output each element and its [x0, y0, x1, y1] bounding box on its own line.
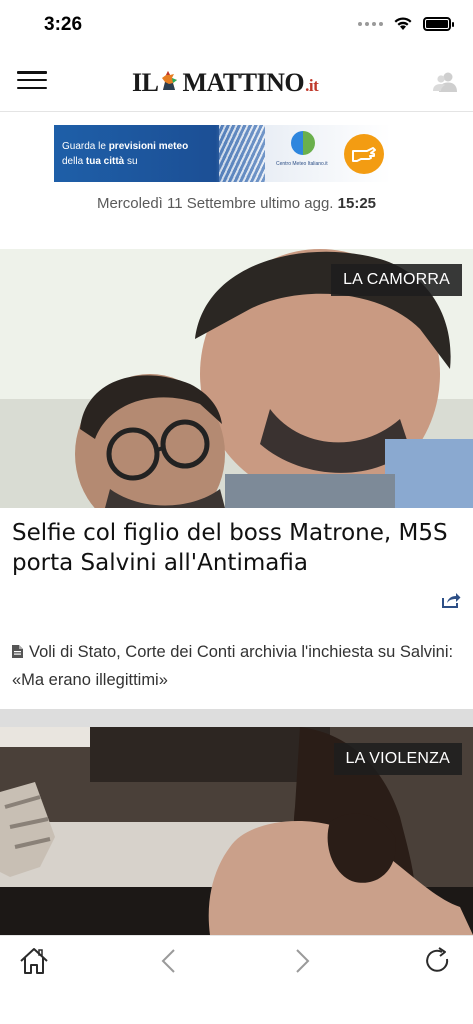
section-divider: [0, 709, 473, 727]
related-article-text: Voli di Stato, Corte dei Conti archivia …: [12, 643, 454, 689]
wifi-icon: [394, 17, 412, 30]
banner-brand: Centro Meteo Italiano.it: [276, 161, 328, 167]
reload-icon: [426, 947, 449, 972]
signal-icon: [358, 21, 383, 26]
related-article-link[interactable]: Voli di Stato, Corte dei Conti archivia …: [12, 638, 462, 694]
home-button[interactable]: [19, 946, 49, 976]
site-logo[interactable]: IL MATTINO .it: [132, 67, 319, 97]
banner-line2-prefix: della: [62, 156, 86, 167]
weather-banner-ad[interactable]: Guarda le previsioni meteo della tua cit…: [54, 125, 391, 182]
last-updated: Mercoledì 11 Settembre ultimo agg. 15:25: [0, 195, 473, 212]
logo-main: MATTINO: [182, 68, 305, 97]
share-icon[interactable]: [442, 592, 461, 608]
dateline-time: 15:25: [337, 195, 377, 212]
forward-button[interactable]: [287, 946, 317, 976]
banner-line2-suffix: su: [124, 156, 138, 167]
document-icon: [12, 645, 23, 658]
user-icon[interactable]: [433, 71, 457, 93]
browser-toolbar: [0, 935, 473, 988]
status-time: 3:26: [44, 14, 83, 35]
status-bar: 3:26: [0, 0, 473, 50]
category-tag[interactable]: LA VIOLENZA: [333, 743, 462, 775]
logo-suffix: .it: [305, 76, 319, 95]
battery-icon: [423, 16, 454, 31]
banner-line1-bold: previsioni meteo: [108, 141, 189, 152]
tower-image: [219, 125, 265, 182]
back-button[interactable]: [154, 946, 184, 976]
article-headline[interactable]: Selfie col figlio del boss Matrone, M5S …: [12, 518, 462, 578]
meteo-logo-icon: [291, 131, 315, 155]
rooster-icon: [162, 71, 178, 90]
reload-button[interactable]: [423, 946, 453, 976]
home-icon: [20, 948, 48, 974]
logo-prefix: IL: [132, 68, 159, 97]
article-image[interactable]: LA CAMORRA: [0, 249, 473, 508]
app-header: IL MATTINO .it: [0, 50, 473, 112]
banner-line1-prefix: Guarda le: [62, 141, 109, 152]
forward-icon: [296, 949, 310, 973]
back-icon: [161, 949, 175, 973]
menu-icon[interactable]: [17, 71, 47, 89]
category-tag[interactable]: LA CAMORRA: [331, 264, 462, 296]
pointing-hand-icon: [344, 134, 384, 174]
status-icons: [358, 16, 454, 31]
banner-line2-bold: tua città: [85, 156, 125, 167]
banner-text: Guarda le previsioni meteo della tua cit…: [62, 139, 188, 169]
article-image[interactable]: LA VIOLENZA: [0, 727, 473, 935]
home-indicator-area: [0, 988, 473, 1024]
dateline-text: Mercoledì 11 Settembre ultimo agg.: [96, 195, 338, 212]
